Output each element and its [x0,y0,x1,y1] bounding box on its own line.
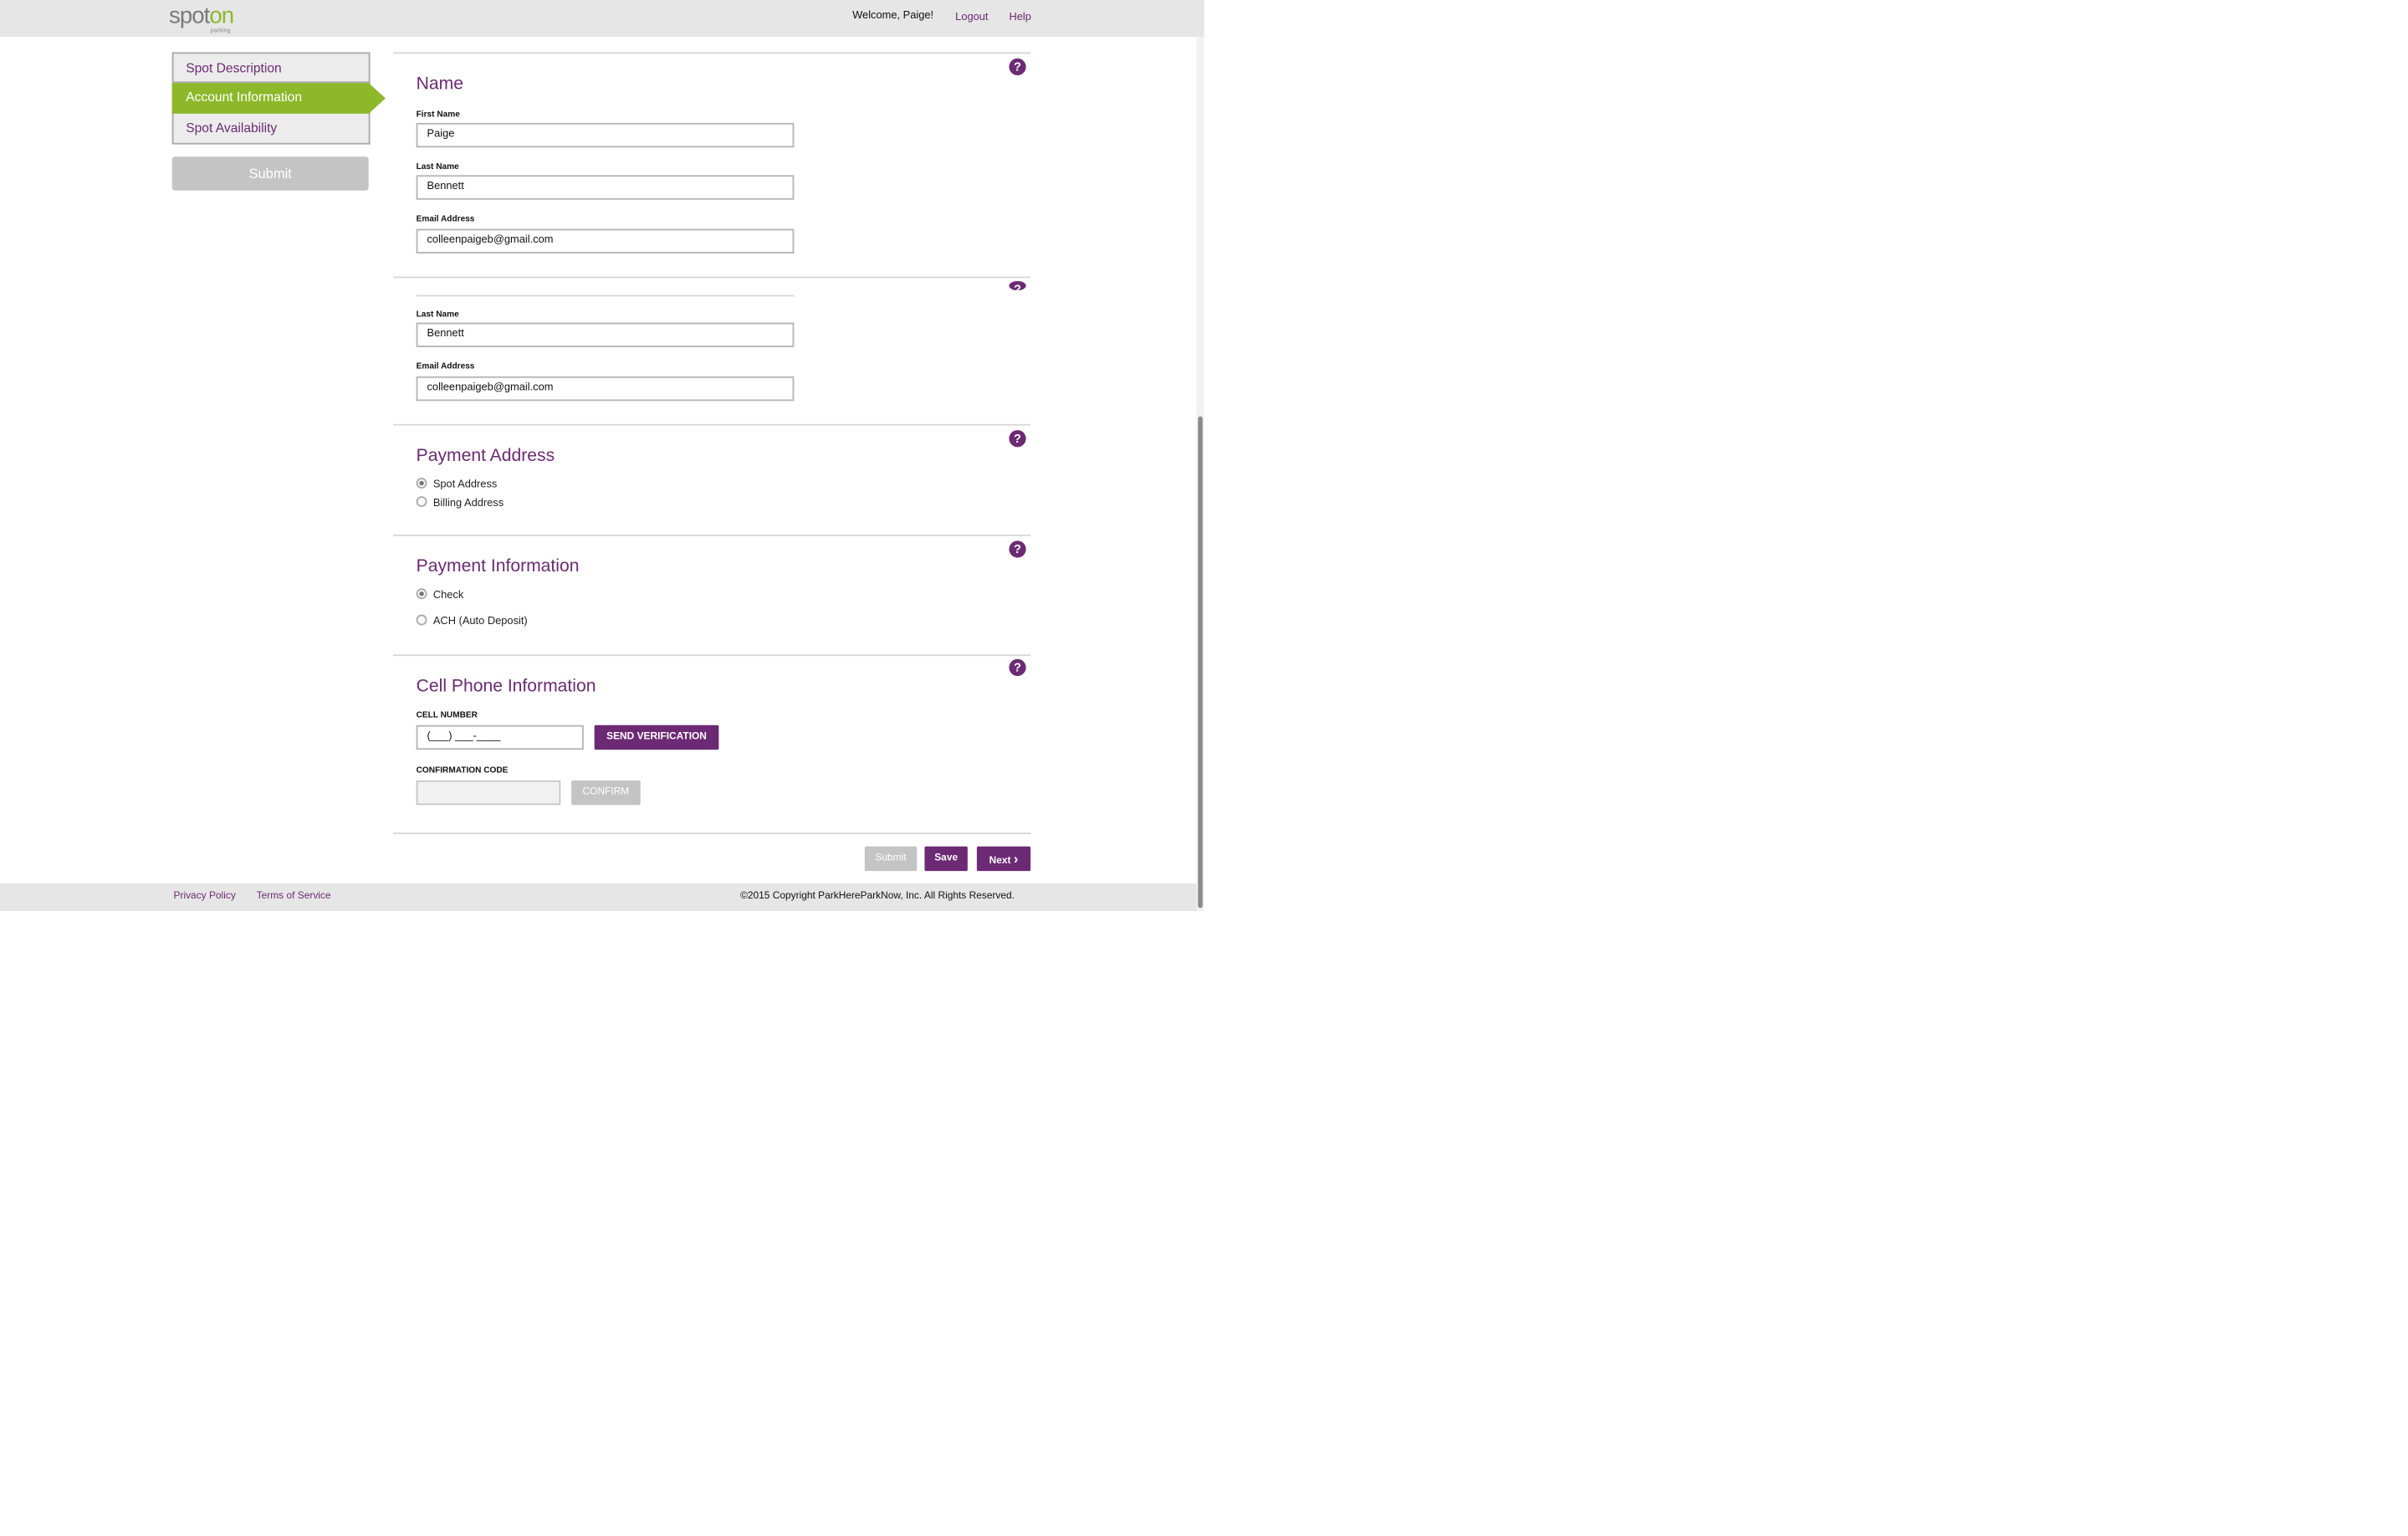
next-button[interactable]: Next › [976,846,1031,872]
copyright-text: ©2015 Copyright ParkHereParkNow, Inc. Al… [740,891,1015,902]
confirm-button[interactable]: CONFIRM [571,780,641,806]
sidebar-item-spot-description[interactable]: Spot Description [171,52,371,84]
cell-phone-title: Cell Phone Information [416,677,596,696]
confirmation-code-label: CONFIRMATION CODE [416,766,509,776]
top-header: spoton parking Welcome, Paige! Logout He… [0,0,1204,38]
radio-billing-address[interactable]: Billing Address [416,496,504,509]
sidebar-item-label: Spot Availability [186,120,278,136]
radio-label: Spot Address [432,479,498,491]
radio-button-selected[interactable] [416,588,427,600]
cell-number-field[interactable]: (___) ___-____ [416,724,584,750]
section-divider [393,52,1031,54]
radio-button-selected[interactable] [416,478,427,489]
sidebar-submit-button[interactable]: Submit [171,156,369,191]
section-divider [393,654,1031,657]
radio-ach[interactable]: ACH (Auto Deposit) [416,614,528,627]
logout-link[interactable]: Logout [955,13,988,23]
help-icon[interactable]: ? [1009,281,1026,291]
last-name-label: Last Name [416,310,459,320]
welcome-text: Welcome, Paige! [852,10,934,22]
section-divider [393,832,1031,835]
radio-spot-address[interactable]: Spot Address [416,478,498,491]
spoton-logo[interactable]: spoton parking [169,5,246,36]
name-section-title: Name [416,74,463,95]
email-label: Email Address [416,362,475,372]
terms-of-service-link[interactable]: Terms of Service [257,891,331,902]
first-name-label: First Name [416,110,460,120]
sidebar-item-account-information[interactable]: Account Information [171,83,386,114]
section-divider [393,535,1031,536]
sidebar-item-label: Account Information [186,89,303,105]
sidebar-item-spot-availability[interactable]: Spot Availability [171,113,371,145]
help-link[interactable]: Help [1009,13,1030,23]
first-name-field[interactable]: Paige [416,122,795,148]
radio-button[interactable] [416,496,427,507]
payment-information-title: Payment Information [416,557,580,576]
next-label: Next [989,855,1011,867]
sidebar-item-label: Spot Description [186,59,282,75]
email-field[interactable]: colleenpaigeb@gmail.com [416,228,795,253]
send-verification-button[interactable]: SEND VERIFICATION [594,724,719,750]
payment-address-title: Payment Address [416,447,555,466]
field-top-edge [416,294,795,297]
email-field[interactable]: colleenpaigeb@gmail.com [416,376,795,402]
logo-text-spot: spot [168,3,210,29]
chevron-right-icon: › [1013,851,1019,867]
help-icon[interactable]: ? [1009,430,1026,448]
radio-label: Check [432,590,464,602]
cell-number-label: CELL NUMBER [416,711,478,721]
help-icon[interactable]: ? [1009,540,1026,558]
last-name-field[interactable]: Bennett [416,322,795,348]
logo-subtitle: parking [210,26,231,34]
privacy-policy-link[interactable]: Privacy Policy [174,891,236,902]
last-name-field[interactable]: Bennett [416,175,795,200]
save-button[interactable]: Save [924,846,968,872]
section-divider [393,423,1031,426]
radio-label: ACH (Auto Deposit) [432,616,528,627]
submit-button[interactable]: Submit [864,846,918,872]
step-sidebar: Spot Description Account Information Spo… [171,52,386,145]
scrollbar-thumb[interactable] [1198,416,1203,909]
radio-button[interactable] [416,614,427,626]
confirmation-code-field[interactable] [416,780,561,806]
last-name-label: Last Name [416,162,459,172]
radio-label: Billing Address [432,498,504,509]
help-icon[interactable]: ? [1009,58,1026,75]
logo-text-on: on [209,3,234,29]
radio-check[interactable]: Check [416,588,464,602]
email-label: Email Address [416,215,475,225]
section-divider [393,276,1031,279]
help-icon[interactable]: ? [1009,658,1026,676]
page-footer: Privacy Policy Terms of Service ©2015 Co… [0,883,1204,911]
